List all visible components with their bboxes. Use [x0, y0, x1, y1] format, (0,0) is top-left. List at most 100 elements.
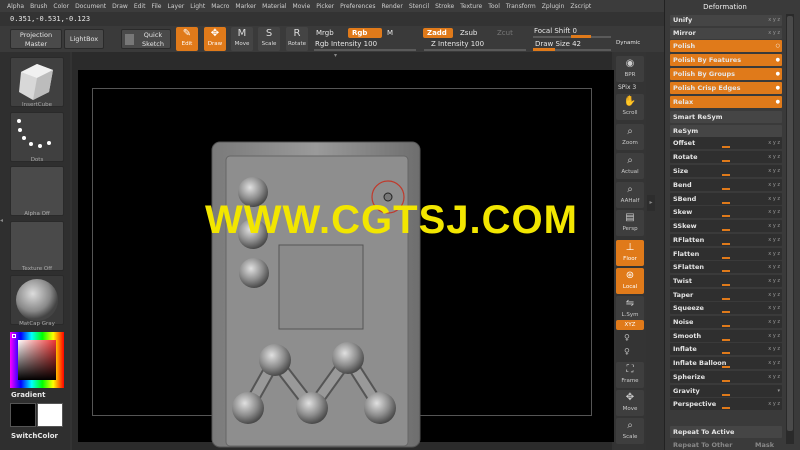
menu-item-texture[interactable]: Texture [457, 3, 485, 10]
polish-by-features-slider[interactable]: Polish By Features ● [670, 54, 782, 66]
menu-item-alpha[interactable]: Alpha [4, 3, 27, 10]
edit-tool[interactable]: ✎ Edit [176, 27, 198, 51]
noise-slider[interactable]: Noise x y z [670, 316, 782, 328]
menu-item-brush[interactable]: Brush [27, 3, 50, 10]
menu-item-zplugin[interactable]: Zplugin [539, 3, 568, 10]
scale-tool[interactable]: S Scale [258, 27, 280, 51]
taper-slider[interactable]: Taper x y z [670, 289, 782, 301]
material-thumbnail[interactable] [10, 275, 64, 325]
rotate-tool[interactable]: R Rotate [286, 27, 308, 51]
switch-color-button[interactable]: SwitchColor [11, 432, 58, 440]
spherize-slider[interactable]: Spherize x y z [670, 371, 782, 383]
menu-item-color[interactable]: Color [50, 3, 72, 10]
frame-button[interactable]: ⛶ Frame [616, 362, 644, 388]
zcut-label[interactable]: Zcut [497, 29, 513, 37]
menu-item-marker[interactable]: Marker [232, 3, 259, 10]
texture-thumbnail[interactable] [10, 221, 64, 271]
size-slider[interactable]: Size x y z [670, 165, 782, 177]
right-collapse-arrow[interactable]: ▸ [647, 195, 655, 211]
scale-view-button[interactable]: ⌕ Scale [616, 418, 644, 444]
canvas-top-handle-icon[interactable]: ▾ [334, 53, 346, 59]
polish-crisp-edges-slider[interactable]: Polish Crisp Edges ● [670, 82, 782, 94]
flatten-slider[interactable]: Flatten x y z [670, 248, 782, 260]
rgb-intensity-slider[interactable]: Rgb Intensity 100 [315, 40, 377, 48]
mirror-button[interactable]: Mirror x y z [670, 28, 782, 39]
menu-item-edit[interactable]: Edit [131, 3, 149, 10]
quick-sketch-button[interactable]: Quick Sketch [121, 29, 171, 49]
skew-slider[interactable]: Skew x y z [670, 206, 782, 218]
unify-button[interactable]: Unify x y z [670, 15, 782, 26]
rflatten-slider[interactable]: RFlatten x y z [670, 234, 782, 246]
tool-thumbnail[interactable] [10, 57, 64, 107]
focal-shift-slider[interactable]: Focal Shift 0 [534, 27, 577, 35]
dynamic-toggle[interactable]: Dynamic [616, 40, 640, 46]
menu-item-file[interactable]: File [148, 3, 164, 10]
color-picker[interactable] [10, 332, 64, 388]
smart-resym-button[interactable]: Smart ReSym [670, 111, 782, 123]
aahalf-button[interactable]: ⌕ AAHalf [616, 182, 644, 208]
twist-slider[interactable]: Twist x y z [670, 275, 782, 287]
smooth-slider[interactable]: Smooth x y z [670, 330, 782, 342]
move-view-button[interactable]: ✥ Move [616, 390, 644, 416]
inflate-slider[interactable]: Inflate x y z [670, 343, 782, 355]
sflatten-slider[interactable]: SFlatten x y z [670, 261, 782, 273]
lsym-button[interactable]: ⇋ L.Sym [616, 296, 644, 322]
floor-button[interactable]: ⊥ Floor [616, 240, 644, 266]
zoom-button[interactable]: ⌕ Zoom [616, 124, 644, 150]
spix-slider[interactable]: SPix 3 [618, 84, 636, 91]
secondary-color-swatch[interactable] [37, 403, 63, 427]
repeat-to-other-button[interactable]: Repeat To Other [670, 440, 750, 450]
menu-item-movie[interactable]: Movie [290, 3, 314, 10]
gravity-slider[interactable]: Gravity ▾ [670, 385, 782, 397]
repeat-to-active-button[interactable]: Repeat To Active [670, 426, 782, 438]
menu-item-stencil[interactable]: Stencil [406, 3, 432, 10]
sbend-slider[interactable]: SBend x y z [670, 193, 782, 205]
inflate-balloon-slider[interactable]: Inflate Balloon x y z [670, 357, 782, 369]
polish-slider[interactable]: Polish ○ [670, 40, 782, 52]
bpr-button[interactable]: ◉ BPR [616, 56, 644, 82]
xyz-button[interactable]: XYZ [616, 320, 644, 330]
menu-item-document[interactable]: Document [72, 3, 109, 10]
palette-scrollbar-thumb[interactable] [787, 16, 793, 431]
m-label[interactable]: M [387, 29, 393, 37]
rotate-z-icon[interactable]: ♀ [624, 347, 630, 356]
polish-by-groups-slider[interactable]: Polish By Groups ● [670, 68, 782, 80]
local-button[interactable]: ⊛ Local [616, 268, 644, 294]
menu-item-light[interactable]: Light [187, 3, 208, 10]
menu-item-transform[interactable]: Transform [503, 3, 539, 10]
draw-size-knob[interactable] [533, 48, 555, 51]
deformation-title[interactable]: Deformation [668, 3, 782, 11]
primary-color-swatch[interactable] [10, 403, 36, 427]
mrgb-label[interactable]: Mrgb [316, 29, 334, 37]
menu-item-render[interactable]: Render [378, 3, 405, 10]
z-intensity-slider[interactable]: Z Intensity 100 [431, 40, 484, 48]
color-saturation-square[interactable] [18, 340, 56, 380]
menu-item-zscript[interactable]: Zscript [567, 3, 594, 10]
draw-size-slider[interactable]: Draw Size 42 [535, 40, 581, 48]
alpha-thumbnail[interactable] [10, 166, 64, 216]
mask-button[interactable]: Mask [752, 440, 782, 450]
menu-item-preferences[interactable]: Preferences [337, 3, 378, 10]
zsub-label[interactable]: Zsub [460, 29, 477, 37]
stroke-thumbnail[interactable] [10, 112, 64, 162]
sskew-slider[interactable]: SSkew x y z [670, 220, 782, 232]
squeeze-slider[interactable]: Squeeze x y z [670, 302, 782, 314]
persp-button[interactable]: ▤ Persp [616, 210, 644, 236]
menu-item-tool[interactable]: Tool [485, 3, 503, 10]
menu-item-layer[interactable]: Layer [165, 3, 188, 10]
rgb-button[interactable]: Rgb [348, 28, 382, 38]
draw-tool[interactable]: ✥ Draw [204, 27, 226, 51]
left-collapse-arrow[interactable]: ◂ [0, 217, 6, 229]
perspective-slider[interactable]: Perspective x y z [670, 398, 782, 410]
rotate-slider[interactable]: Rotate x y z [670, 151, 782, 163]
offset-slider[interactable]: Offset x y z [670, 137, 782, 149]
menu-item-macro[interactable]: Macro [208, 3, 232, 10]
gradient-label[interactable]: Gradient [11, 391, 45, 399]
menu-item-material[interactable]: Material [259, 3, 289, 10]
relax-slider[interactable]: Relax ● [670, 96, 782, 108]
resym-button[interactable]: ReSym [670, 125, 782, 137]
actual-button[interactable]: ⌕ Actual [616, 153, 644, 179]
menu-item-draw[interactable]: Draw [109, 3, 131, 10]
rotate-y-icon[interactable]: ♀ [624, 333, 630, 342]
move-tool[interactable]: M Move [231, 27, 253, 51]
